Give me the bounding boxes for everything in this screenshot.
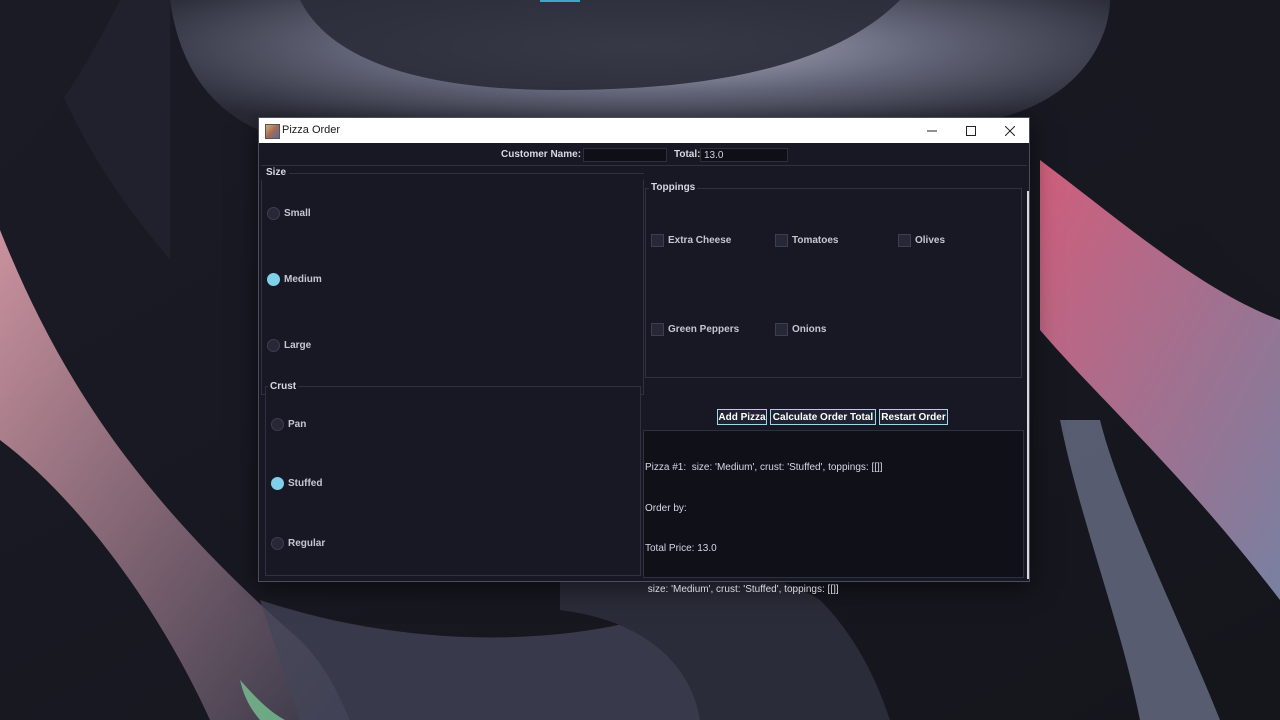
header-divider [261,165,1027,166]
minimize-icon [927,130,937,131]
customer-name-input[interactable] [583,148,667,162]
radio-label: Medium [284,274,322,285]
crust-radio-stuffed[interactable]: Stuffed [271,477,322,490]
window-title: Pizza Order [282,124,341,136]
window-edge-scrollbar [1027,191,1029,579]
checkbox-icon [775,234,788,247]
crust-group-title: Crust [268,381,299,392]
radio-label: Stuffed [288,478,323,489]
close-button[interactable] [990,118,1030,143]
toppings-group-title: Toppings [649,182,698,193]
total-label: Total: [674,149,701,160]
radio-label: Pan [288,419,307,430]
size-radio-small[interactable]: Small [267,207,311,220]
radio-label: Small [284,208,311,219]
crust-radio-regular[interactable]: Regular [271,537,325,550]
topping-checkbox-onions[interactable]: Onions [775,323,826,336]
checkbox-icon [651,323,664,336]
checkbox-label: Olives [915,235,946,246]
checkbox-icon [775,323,788,336]
crust-radio-pan[interactable]: Pan [271,418,306,431]
checkbox-icon [651,234,664,247]
topping-checkbox-tomatoes[interactable]: Tomatoes [775,234,839,247]
window-content: Customer Name: Total: 13.0 Size Small Me… [259,143,1029,595]
radio-label: Large [284,340,312,351]
size-radio-large[interactable]: Large [267,339,311,352]
size-group-title: Size [264,167,289,178]
radio-selected-icon [271,477,284,490]
accent-bar [540,0,580,2]
radio-icon [271,418,284,431]
add-pizza-button[interactable]: Add Pizza [717,409,767,425]
output-line: Pizza #1: size: 'Medium', crust: 'Stuffe… [645,462,883,473]
output-line: Order by: [645,502,690,514]
order-output-textarea[interactable]: Pizza #1: size: 'Medium', crust: 'Stuffe… [643,430,1024,595]
size-radio-medium[interactable]: Medium [267,273,322,286]
pizza-order-window: Pizza Order Customer Name: Total: 13.0 S… [258,117,1030,595]
output-line: size: 'Medium', crust: 'Stuffed', toppin… [645,583,839,595]
restart-order-button[interactable]: Restart Order [879,409,948,425]
radio-label: Regular [288,538,326,549]
title-bar[interactable]: Pizza Order [259,118,1029,143]
checkbox-label: Extra Cheese [668,235,732,246]
minimize-button[interactable] [912,118,952,143]
checkbox-label: Tomatoes [792,235,839,246]
toppings-group [645,188,1022,378]
radio-selected-icon [267,273,280,286]
customer-name-label: Customer Name: [501,149,582,160]
calculate-order-total-button[interactable]: Calculate Order Total [770,409,876,425]
maximize-icon [966,125,976,136]
checkbox-label: Onions [792,324,827,335]
radio-icon [267,339,280,352]
java-app-icon [265,124,280,139]
checkbox-label: Green Peppers [668,324,740,335]
close-icon [1005,125,1015,136]
maximize-button[interactable] [951,118,991,143]
size-group [261,179,644,395]
topping-checkbox-olives[interactable]: Olives [898,234,945,247]
radio-icon [271,537,284,550]
size-title-line [289,173,644,174]
radio-icon [267,207,280,220]
topping-checkbox-green-peppers[interactable]: Green Peppers [651,323,739,336]
topping-checkbox-extra-cheese[interactable]: Extra Cheese [651,234,731,247]
total-field: 13.0 [700,148,788,162]
output-line: Total Price: 13.0 [645,543,717,554]
checkbox-icon [898,234,911,247]
